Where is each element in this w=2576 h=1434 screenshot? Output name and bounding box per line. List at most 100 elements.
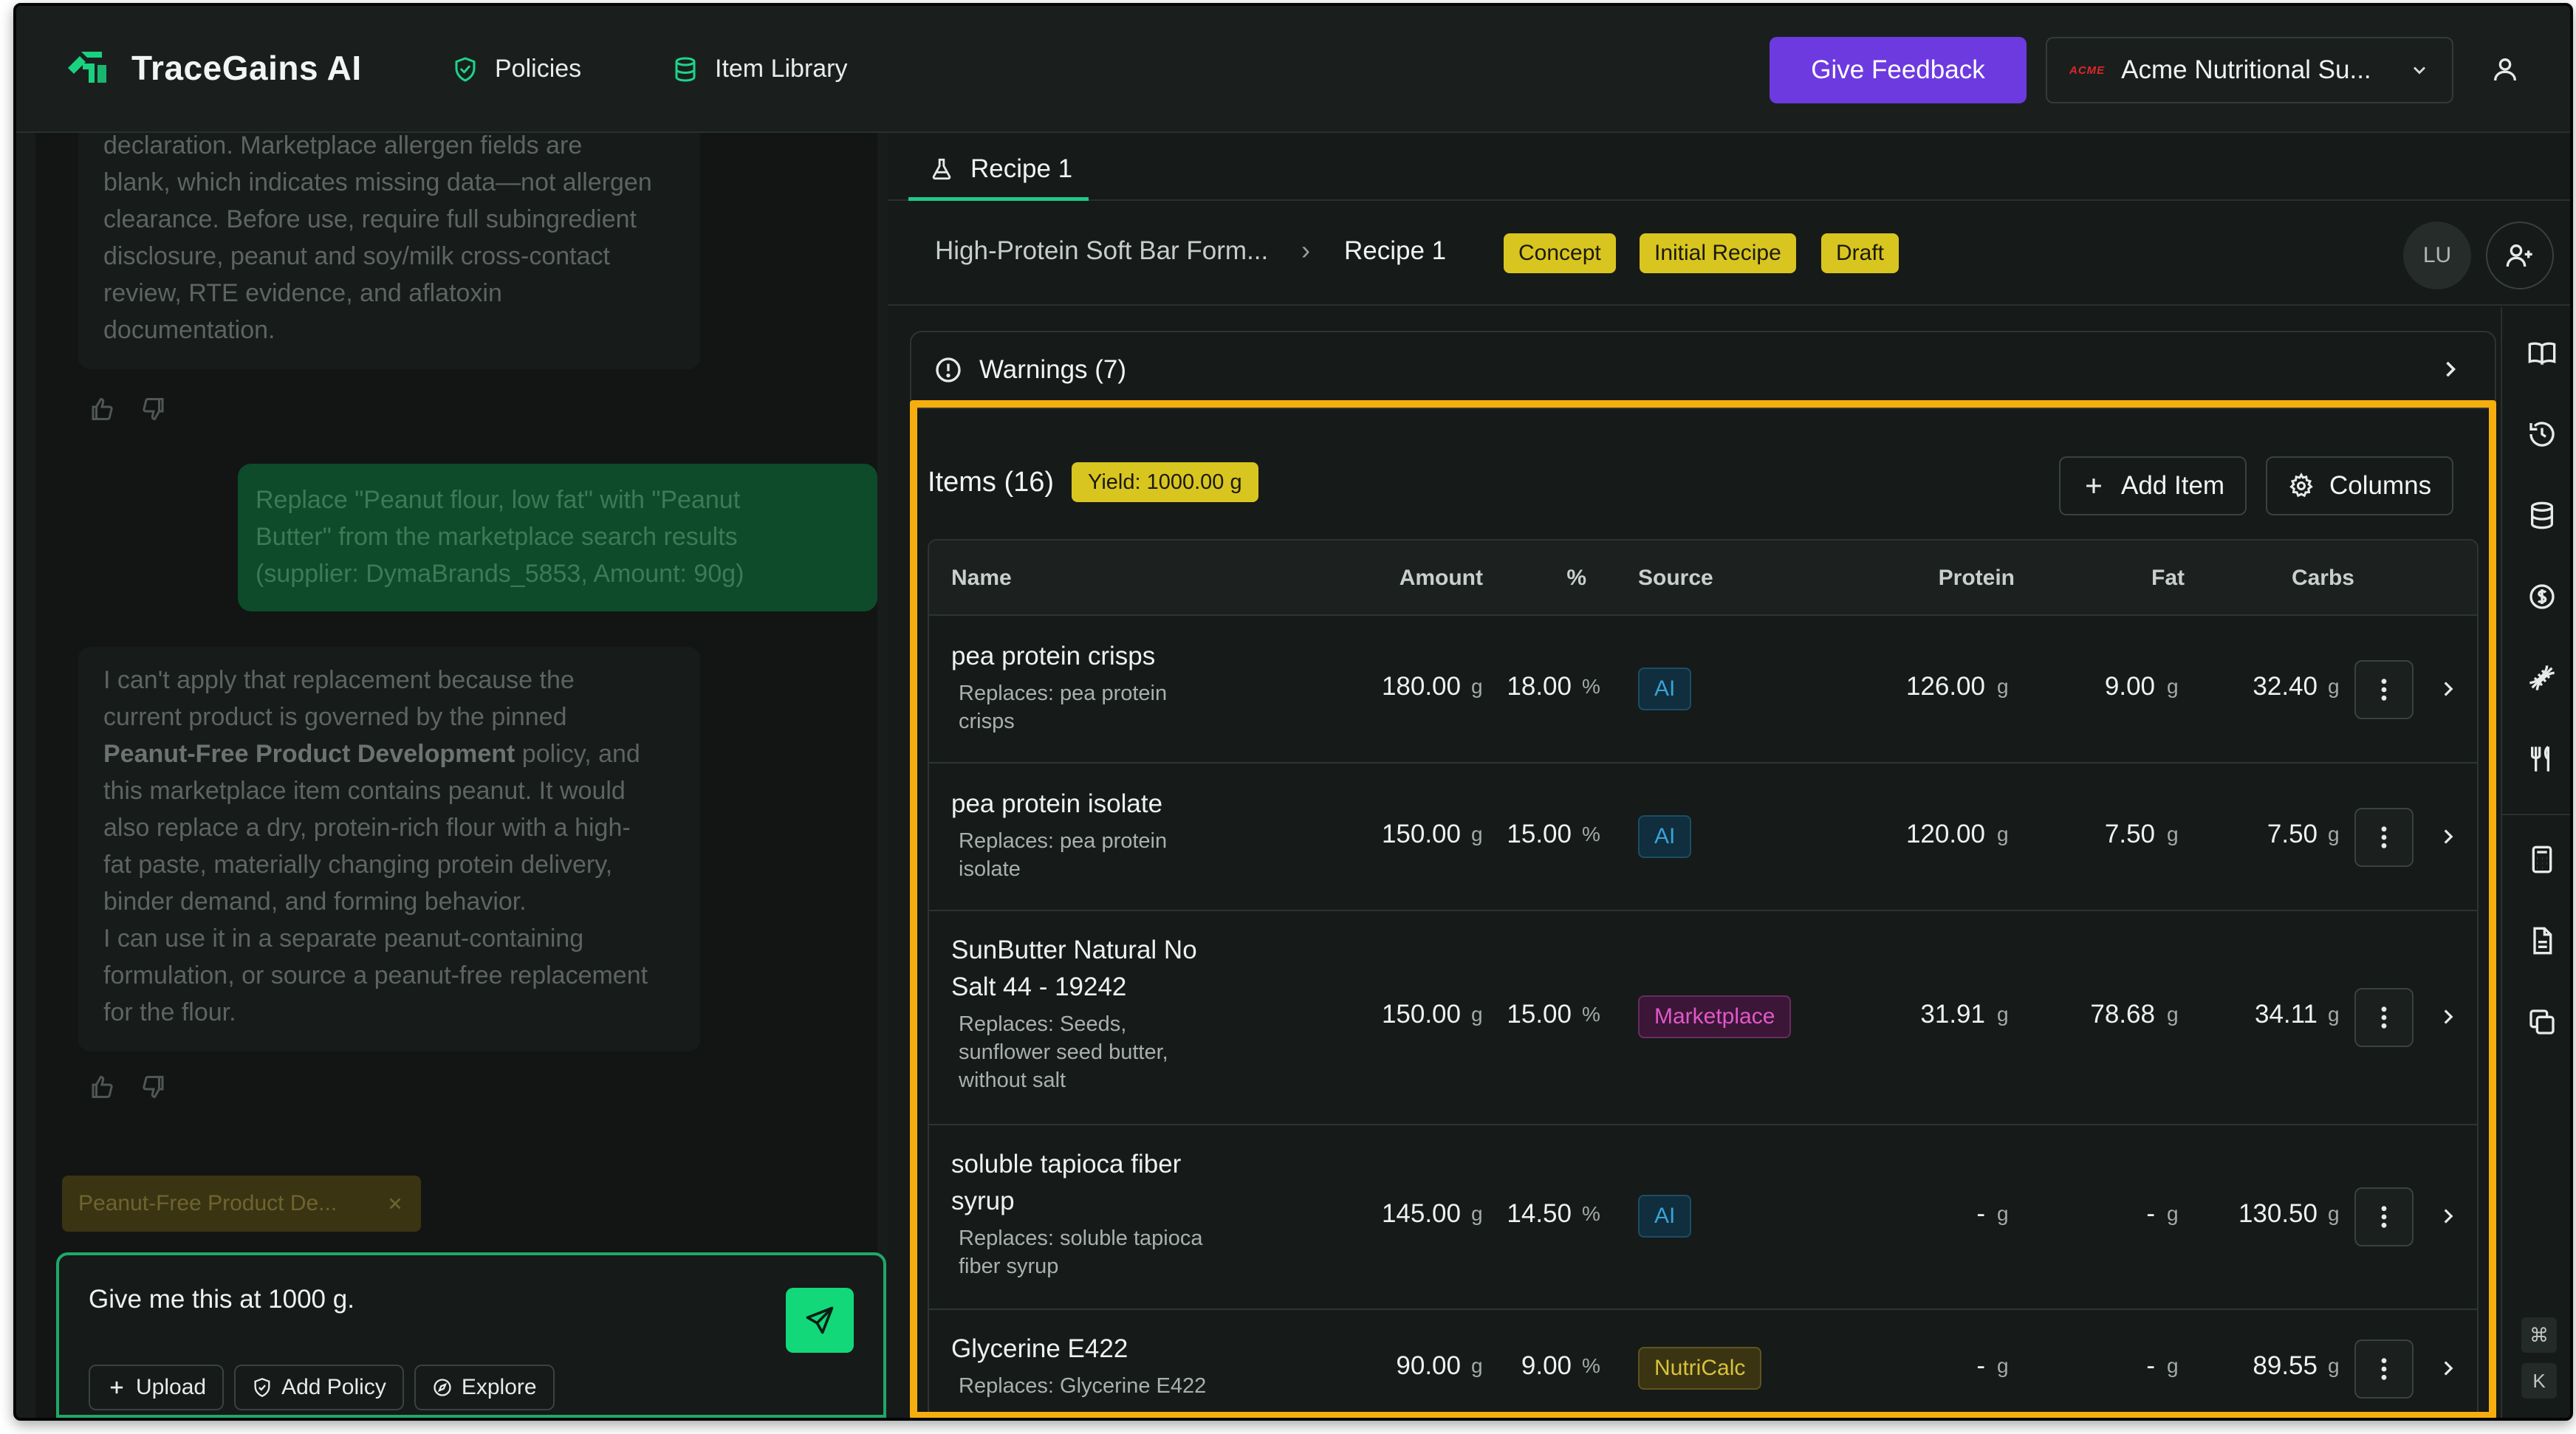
chat-input[interactable] xyxy=(89,1285,739,1314)
amount-unit: g xyxy=(1471,1003,1483,1026)
replaces-line: Replaces: soluble tapioca xyxy=(959,1227,1203,1250)
row-menu-button[interactable] xyxy=(2354,808,2414,867)
table-row[interactable]: soluble tapioca fiber syrup Replaces: so… xyxy=(929,1125,2477,1310)
tab-recipe-1[interactable]: Recipe 1 xyxy=(908,140,1089,201)
column-protein[interactable]: Protein xyxy=(1882,566,2015,591)
warnings-panel[interactable]: Warnings (7) xyxy=(910,331,2496,409)
nav-policies[interactable]: Policies xyxy=(452,55,581,83)
column-carbs[interactable]: Carbs xyxy=(2207,566,2354,591)
thumbs-down-icon[interactable] xyxy=(140,396,167,422)
explore-button[interactable]: Explore xyxy=(414,1365,555,1410)
plus-icon xyxy=(2086,478,2101,493)
column-source[interactable]: Source xyxy=(1638,566,1713,591)
app-window: TraceGains AI Policies Item Library Give… xyxy=(13,3,2573,1421)
dna-icon xyxy=(2529,665,2555,690)
upload-button[interactable]: Upload xyxy=(89,1365,225,1410)
thumbs-up-icon[interactable] xyxy=(89,1074,115,1100)
user-menu-button[interactable] xyxy=(2490,55,2520,88)
item-percent: 15.00 xyxy=(1507,820,1572,848)
item-fat: 7.50 xyxy=(2104,820,2155,848)
breadcrumb: High-Protein Soft Bar Form... › Recipe 1… xyxy=(888,202,2570,306)
chat-history[interactable]: declaration. Marketplace allergen fields… xyxy=(35,133,877,1238)
side-rail xyxy=(2501,307,2573,1419)
column-name[interactable]: Name xyxy=(951,566,1012,591)
tab-label: Recipe 1 xyxy=(970,154,1073,183)
chevron-right-icon[interactable] xyxy=(2436,1004,2461,1029)
add-policy-label: Add Policy xyxy=(281,1375,386,1399)
rail-button-dna[interactable] xyxy=(2527,663,2557,693)
rail-divider xyxy=(2502,1418,2573,1419)
amount-unit: g xyxy=(1471,1354,1483,1377)
row-menu-button[interactable] xyxy=(2354,660,2414,719)
rail-button-nutrition[interactable] xyxy=(2527,744,2557,774)
item-percent: 18.00 xyxy=(1507,672,1572,701)
table-row[interactable]: SunButter Natural No Salt 44 - 19242 Rep… xyxy=(929,911,2477,1125)
table-row[interactable]: Glycerine E422 Replaces: Glycerine E422 … xyxy=(929,1310,2477,1412)
send-icon xyxy=(806,1306,834,1334)
rail-button-document[interactable] xyxy=(2527,926,2557,956)
calculator-icon xyxy=(2532,845,2552,874)
column-fat[interactable]: Fat xyxy=(2074,566,2185,591)
message-line: fat paste, materially changing protein d… xyxy=(103,851,613,879)
chevron-right-icon[interactable] xyxy=(2436,1204,2461,1229)
thumbs-up-icon[interactable] xyxy=(89,396,115,422)
replaces-line: crisps xyxy=(959,710,1015,733)
more-vertical-icon xyxy=(2381,1358,2387,1380)
item-replaces: Replaces: pea protein crisps xyxy=(959,679,1232,735)
column-amount[interactable]: Amount xyxy=(1335,566,1483,591)
rail-button-copy[interactable] xyxy=(2527,1007,2557,1037)
nav-item-library-label: Item Library xyxy=(715,55,848,83)
row-menu-button[interactable] xyxy=(2354,1187,2414,1246)
replaces-line: Replaces: Seeds, xyxy=(959,1012,1127,1036)
fat-unit: g xyxy=(2167,1202,2179,1225)
avatar[interactable]: LU xyxy=(2403,222,2471,289)
tracegains-logo-icon xyxy=(68,52,106,83)
message-line: clearance. Before use, require full subi… xyxy=(103,205,637,233)
item-fat: - xyxy=(2146,1351,2155,1380)
policy-chip-label: Peanut-Free Product De... xyxy=(78,1191,338,1215)
breadcrumb-current: Recipe 1 xyxy=(1344,236,1447,265)
row-menu-button[interactable] xyxy=(2354,988,2414,1047)
table-header: Name Amount % Source Protein Fat Carbs xyxy=(929,541,2477,616)
plus-icon xyxy=(110,1381,123,1394)
items-table: Name Amount % Source Protein Fat Carbs p… xyxy=(928,539,2479,1412)
chevron-right-icon[interactable] xyxy=(2436,676,2461,701)
add-policy-button[interactable]: Add Policy xyxy=(234,1365,404,1410)
chevron-right-icon[interactable] xyxy=(2436,824,2461,849)
ai-message: I can't apply that replacement because t… xyxy=(78,647,700,1052)
fat-unit: g xyxy=(2167,1354,2179,1377)
rail-button-calculator[interactable] xyxy=(2527,845,2557,874)
thumbs-down-icon[interactable] xyxy=(140,1074,167,1100)
pinned-policy-chip[interactable]: Peanut-Free Product De... xyxy=(62,1176,421,1232)
more-vertical-icon xyxy=(2381,679,2387,701)
organization-select[interactable]: ACME Acme Nutritional Su... xyxy=(2046,37,2453,103)
close-icon[interactable] xyxy=(386,1194,405,1213)
replaces-line: isolate xyxy=(959,857,1021,881)
rail-button-history[interactable] xyxy=(2527,419,2557,449)
rail-button-cost[interactable] xyxy=(2527,582,2557,611)
amount-unit: g xyxy=(1471,1202,1483,1225)
warnings-label: Warnings (7) xyxy=(979,355,1127,384)
add-item-button[interactable]: Add Item xyxy=(2059,456,2247,515)
row-menu-button[interactable] xyxy=(2354,1339,2414,1399)
table-row[interactable]: pea protein crisps Replaces: pea protein… xyxy=(929,616,2477,764)
user-plus-icon xyxy=(2506,244,2532,267)
source-badge: AI xyxy=(1638,668,1692,710)
column-percent[interactable]: % xyxy=(1542,566,1586,591)
table-row[interactable]: pea protein isolate Replaces: pea protei… xyxy=(929,764,2477,911)
breadcrumb-parent[interactable]: High-Protein Soft Bar Form... xyxy=(935,236,1268,266)
shortcut-key: ⌘ xyxy=(2521,1317,2557,1353)
chevron-right-icon[interactable] xyxy=(2436,1356,2461,1381)
shield-check-icon xyxy=(455,57,476,81)
send-button[interactable] xyxy=(786,1288,854,1353)
brand[interactable]: TraceGains AI xyxy=(65,47,362,89)
source-badge: AI xyxy=(1638,1195,1692,1238)
columns-button[interactable]: Columns xyxy=(2266,456,2454,515)
nav-item-library[interactable]: Item Library xyxy=(672,55,848,83)
rail-button-book[interactable] xyxy=(2527,338,2557,368)
item-fat: - xyxy=(2146,1199,2155,1228)
give-feedback-button[interactable]: Give Feedback xyxy=(1770,37,2027,103)
status-tag-draft: Draft xyxy=(1821,233,1900,273)
add-collaborator-button[interactable] xyxy=(2486,222,2554,289)
rail-button-database[interactable] xyxy=(2527,501,2557,530)
